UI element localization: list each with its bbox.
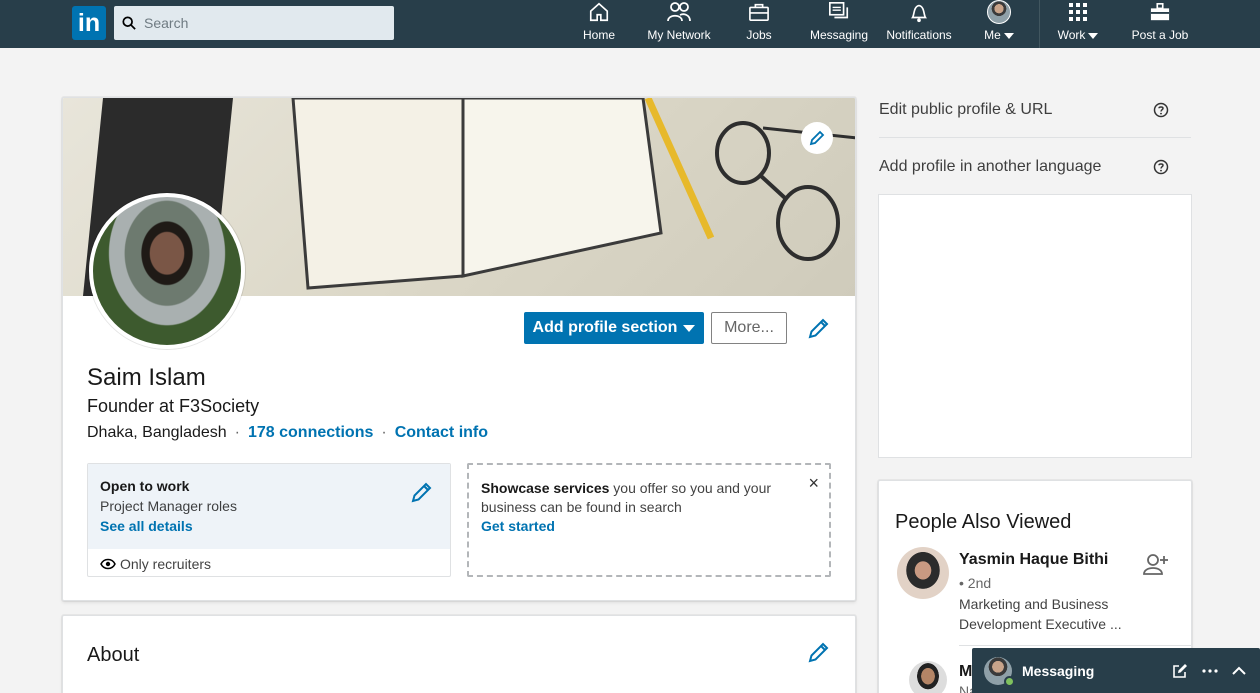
about-card: About bbox=[62, 615, 856, 693]
nav-home[interactable]: Home bbox=[578, 0, 620, 48]
contact-info-link[interactable]: Contact info bbox=[395, 424, 488, 442]
nav-jobs-label: Jobs bbox=[746, 28, 772, 42]
showcase-text: Showcase services you offer so you and y… bbox=[481, 479, 781, 517]
close-icon[interactable]: × bbox=[808, 473, 819, 494]
edit-public-profile-link[interactable]: Edit public profile & URL bbox=[879, 82, 1191, 138]
nav-notifications-label: Notifications bbox=[886, 28, 952, 42]
person-headline: Marketing and Business Development Execu… bbox=[959, 596, 1122, 632]
profile-meta: Dhaka, Bangladesh · 178 connections · Co… bbox=[87, 424, 488, 442]
open-to-work-visibility: Only recruiters bbox=[100, 556, 211, 572]
profile-photo[interactable] bbox=[89, 193, 245, 349]
post-job-icon bbox=[1149, 0, 1171, 24]
nav-jobs[interactable]: Jobs bbox=[739, 0, 779, 48]
online-status-dot bbox=[1004, 675, 1015, 687]
showcase-bold: Showcase services bbox=[481, 480, 610, 496]
showcase-services-box: Showcase services you offer so you and y… bbox=[467, 463, 831, 577]
more-button[interactable]: More... bbox=[711, 312, 787, 344]
nav-me-label: Me bbox=[984, 28, 1001, 42]
pencil-icon bbox=[809, 130, 825, 146]
person-name[interactable]: M bbox=[959, 663, 972, 681]
nav-messaging[interactable]: Messaging bbox=[808, 0, 870, 48]
add-language-label: Add profile in another language bbox=[879, 158, 1102, 175]
more-icon[interactable] bbox=[1202, 668, 1218, 673]
nav-post-job-label: Post a Job bbox=[1131, 28, 1189, 42]
people-also-viewed-title: People Also Viewed bbox=[895, 511, 1072, 533]
network-icon bbox=[666, 0, 692, 24]
get-started-link[interactable]: Get started bbox=[481, 518, 555, 534]
separator-dot: · bbox=[234, 424, 240, 441]
nav-notifications[interactable]: Notifications bbox=[884, 0, 954, 48]
open-to-work-roles: Project Manager roles bbox=[100, 498, 237, 514]
avatar[interactable] bbox=[897, 547, 949, 599]
connections-link[interactable]: 178 connections bbox=[248, 424, 373, 442]
help-icon[interactable] bbox=[1153, 102, 1169, 118]
chevron-down-icon bbox=[1088, 32, 1099, 39]
divider bbox=[959, 645, 1193, 646]
pencil-icon bbox=[411, 482, 432, 503]
help-icon[interactable] bbox=[1153, 159, 1169, 175]
messaging-bar[interactable]: Messaging bbox=[972, 648, 1260, 693]
separator-dot: · bbox=[381, 424, 387, 441]
chevron-up-icon[interactable] bbox=[1232, 666, 1246, 675]
avatar[interactable] bbox=[909, 661, 947, 693]
grid-icon bbox=[1068, 0, 1088, 24]
search-input[interactable] bbox=[144, 15, 374, 31]
see-all-details-link[interactable]: See all details bbox=[100, 518, 193, 534]
messaging-title[interactable]: Messaging bbox=[1022, 663, 1172, 679]
open-to-work-box: Open to work Project Manager roles See a… bbox=[87, 463, 451, 577]
edit-intro-button[interactable] bbox=[807, 316, 831, 340]
nav-divider bbox=[1039, 0, 1040, 48]
avatar bbox=[984, 656, 1015, 687]
me-avatar bbox=[987, 0, 1011, 24]
nav-work-label: Work bbox=[1057, 28, 1086, 42]
messaging-icon bbox=[828, 0, 850, 24]
visibility-label: Only recruiters bbox=[120, 556, 212, 572]
search-box[interactable] bbox=[114, 6, 394, 40]
nav-messaging-label: Messaging bbox=[809, 28, 869, 42]
profile-card: Add profile section More... Saim Islam F… bbox=[62, 97, 856, 601]
top-nav: in Home My Network Jobs Messaging Notifi… bbox=[0, 0, 1260, 48]
nav-my-network-label: My Network bbox=[647, 28, 711, 42]
person-name[interactable]: Yasmin Haque Bithi bbox=[959, 551, 1108, 569]
profile-location: Dhaka, Bangladesh bbox=[87, 424, 227, 441]
open-to-work-title: Open to work bbox=[100, 478, 190, 494]
eye-icon bbox=[100, 558, 116, 570]
open-to-work-header: Open to work Project Manager roles See a… bbox=[88, 464, 450, 549]
profile-headline: Founder at F3Society bbox=[87, 396, 260, 416]
add-language-link[interactable]: Add profile in another language bbox=[879, 139, 1191, 195]
profile-name: Saim Islam bbox=[87, 364, 206, 391]
edit-about-button[interactable] bbox=[807, 640, 831, 664]
home-icon bbox=[588, 0, 610, 24]
search-icon bbox=[122, 16, 136, 30]
nav-me[interactable]: Me bbox=[980, 0, 1018, 48]
connection-degree: • 2nd bbox=[959, 575, 992, 591]
edit-open-to-work-button[interactable] bbox=[410, 480, 434, 504]
edit-public-profile-label: Edit public profile & URL bbox=[879, 100, 1053, 118]
bell-icon bbox=[909, 0, 929, 24]
nav-my-network[interactable]: My Network bbox=[644, 0, 714, 48]
ad-placeholder bbox=[878, 194, 1192, 458]
briefcase-icon bbox=[748, 0, 770, 24]
add-profile-section-label: Add profile section bbox=[532, 319, 678, 336]
edit-banner-button[interactable] bbox=[801, 122, 833, 154]
add-connection-icon[interactable] bbox=[1143, 553, 1169, 575]
chevron-down-icon bbox=[683, 324, 696, 332]
pencil-icon bbox=[808, 642, 829, 663]
pencil-icon bbox=[808, 318, 829, 339]
add-profile-section-button[interactable]: Add profile section bbox=[524, 312, 704, 344]
compose-icon[interactable] bbox=[1172, 663, 1188, 679]
linkedin-logo[interactable]: in bbox=[72, 6, 106, 40]
nav-post-job[interactable]: Post a Job bbox=[1128, 0, 1192, 48]
chevron-down-icon bbox=[1003, 32, 1014, 39]
about-title: About bbox=[87, 644, 140, 666]
nav-work[interactable]: Work bbox=[1054, 0, 1102, 48]
nav-home-label: Home bbox=[582, 28, 615, 42]
